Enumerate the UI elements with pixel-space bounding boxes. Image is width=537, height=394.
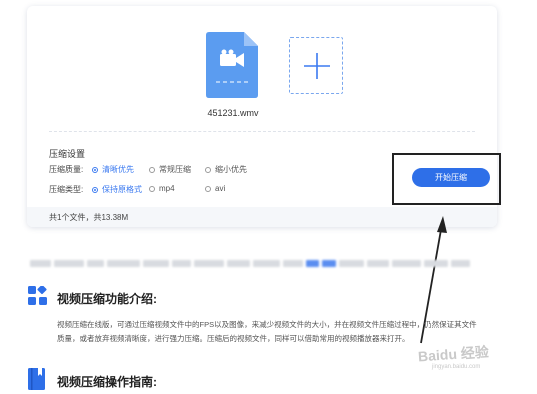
grid-icon	[28, 286, 47, 305]
book-icon	[28, 368, 45, 390]
intro-paragraph: 视频压缩在线版，可通过压缩视频文件中的FPS以及图像，来减少视频文件的大小，并在…	[57, 318, 501, 346]
guide-heading: 视频压缩操作指南:	[57, 375, 157, 389]
intro-line-1: 视频压缩在线版，可通过压缩视频文件中的FPS以及图像，来减少视频文件的大小，并在…	[57, 320, 477, 329]
intro-line-2: 质量，或者放弃视频清晰度，进行强力压缩。压缩后的视频文件，同样可以借助常用的视频…	[57, 334, 410, 343]
intro-heading: 视频压缩功能介绍:	[57, 292, 157, 306]
watermark-sub: jingyan.baidu.com	[432, 364, 481, 370]
blurred-link-strip	[30, 258, 470, 268]
